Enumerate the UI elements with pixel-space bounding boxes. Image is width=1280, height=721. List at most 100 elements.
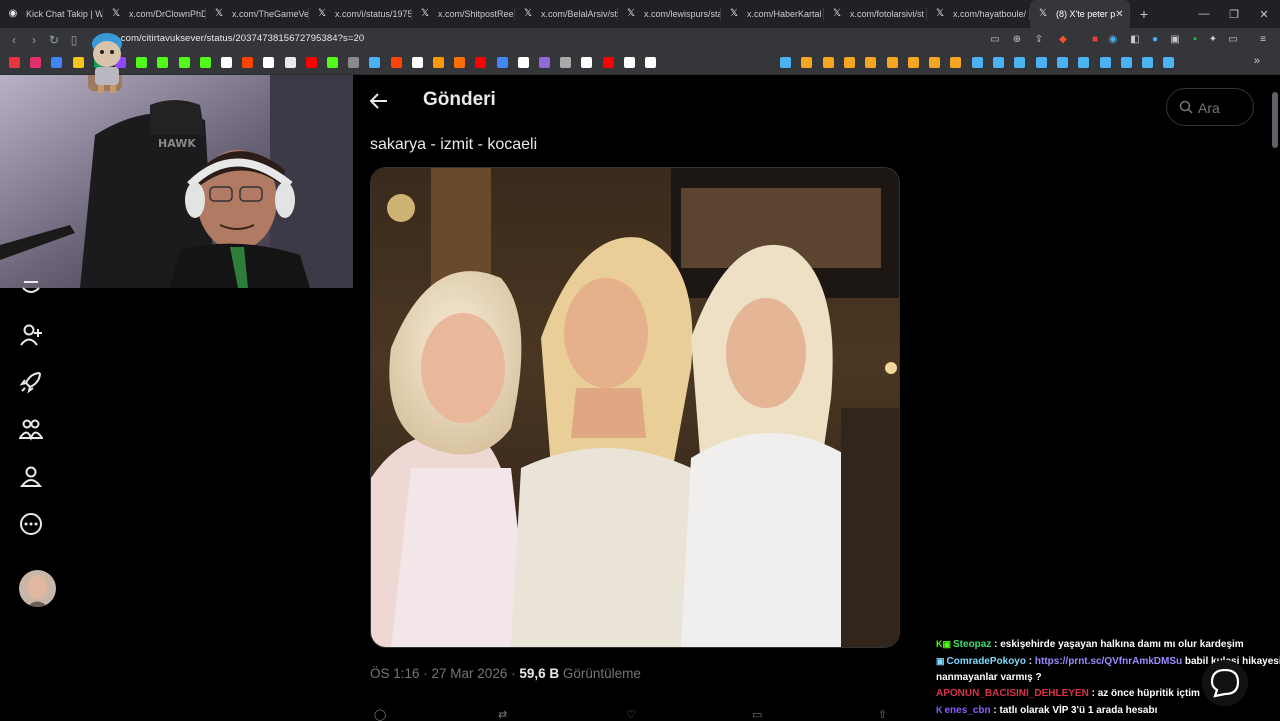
share-icon[interactable]: ⇪	[1032, 33, 1046, 47]
browser-tab[interactable]: 𝕏x.com/BelalArsiv/st	[515, 0, 618, 28]
bookmark-favicon[interactable]	[581, 57, 593, 68]
new-tab-button[interactable]: +	[1130, 6, 1158, 22]
bookmark-favicon[interactable]	[242, 57, 254, 68]
bookmark-favicon[interactable]	[517, 57, 529, 68]
bookmark-favicon[interactable]	[199, 57, 211, 68]
more-icon[interactable]	[19, 512, 43, 536]
bookmark-favicon[interactable]	[475, 57, 487, 68]
bookmark-favicon[interactable]	[801, 57, 813, 68]
bookmark-favicon[interactable]	[157, 57, 169, 68]
forward-icon[interactable]: ›	[26, 32, 42, 48]
bookmark-favicon[interactable]	[1163, 57, 1175, 68]
bookmark-favicon[interactable]	[1014, 57, 1026, 68]
bookmark-favicon[interactable]	[1142, 57, 1154, 68]
extension-icon[interactable]: ■	[1088, 33, 1102, 47]
reply-icon[interactable]: ◯	[374, 708, 386, 721]
bookmark-favicon[interactable]	[929, 57, 941, 68]
follow-icon[interactable]	[19, 323, 43, 347]
bookmark-favicon[interactable]	[843, 57, 855, 68]
browser-tab[interactable]: ◉ Kick Chat Takip | W	[0, 0, 103, 28]
minimize-button[interactable]: —	[1188, 0, 1220, 28]
page-scrollbar[interactable]	[1272, 92, 1278, 148]
tab-close-icon[interactable]: ✕	[1115, 9, 1123, 20]
close-window-button[interactable]: ✕	[1248, 0, 1280, 28]
bookmark-favicon[interactable]	[30, 57, 42, 68]
bookmark-favicon[interactable]	[971, 57, 983, 68]
bookmark-favicon[interactable]	[9, 57, 20, 68]
account-avatar[interactable]	[19, 570, 56, 607]
browser-tab[interactable]: 𝕏x.com/HaberKartal	[721, 0, 824, 28]
back-arrow-icon[interactable]	[368, 90, 390, 112]
rocket-icon[interactable]	[19, 370, 43, 394]
browser-tab[interactable]: 𝕏x.com/lewispurs/sta	[618, 0, 721, 28]
bookmark-favicon[interactable]	[1035, 57, 1047, 68]
extension-icon[interactable]: ◧	[1128, 33, 1142, 47]
browser-tab[interactable]: 𝕏x.com/hayatboule/	[927, 0, 1030, 28]
bookmark-favicon[interactable]	[221, 57, 232, 68]
bookmark-favicon[interactable]	[178, 57, 190, 68]
share-post-icon[interactable]: ⇧	[878, 708, 887, 721]
profile-icon[interactable]	[19, 464, 43, 488]
bookmarks-overflow-icon[interactable]: »	[1254, 55, 1260, 67]
bookmark-favicon[interactable]	[1099, 57, 1111, 68]
bookmark-favicon[interactable]	[886, 57, 898, 68]
bookmark-favicon[interactable]	[865, 57, 877, 68]
bookmark-post-icon[interactable]: ▭	[752, 708, 762, 721]
sidebar-toggle-icon[interactable]: ▭	[1226, 33, 1240, 47]
bookmark-favicon[interactable]	[1078, 57, 1090, 68]
bookmark-favicon[interactable]	[51, 57, 63, 68]
bookmark-favicon[interactable]	[284, 57, 296, 68]
back-icon[interactable]: ‹	[6, 32, 22, 48]
bookmark-favicon[interactable]	[327, 57, 338, 68]
bookmark-favicon[interactable]	[950, 57, 962, 68]
zoom-icon[interactable]: ⊕	[1010, 33, 1024, 47]
extension-icon[interactable]: ◉	[1106, 33, 1120, 47]
browser-tab[interactable]: 𝕏x.com/fotolarsivi/st	[824, 0, 927, 28]
cast-icon[interactable]: ▭	[988, 33, 1002, 47]
bookmark-favicon[interactable]	[72, 57, 84, 68]
extensions-puzzle-icon[interactable]: ✦	[1206, 33, 1220, 47]
extension-icon[interactable]: ▣	[1168, 33, 1182, 47]
notifications-icon[interactable]	[19, 280, 43, 298]
browser-tab[interactable]: 𝕏x.com/TheGameVer	[206, 0, 309, 28]
bookmark-favicon[interactable]	[1120, 57, 1132, 68]
browser-tab[interactable]: 𝕏x.com/DrClownPhD	[103, 0, 206, 28]
chat-link[interactable]: https://prnt.sc/QVfnrAmkDMSu	[1035, 656, 1182, 667]
grok-chat-icon[interactable]	[1202, 660, 1248, 706]
communities-icon[interactable]	[19, 417, 43, 441]
extension-icon[interactable]: ●	[1148, 33, 1162, 47]
browser-tab[interactable]: 𝕏x.com/i/status/1975	[309, 0, 412, 28]
menu-icon[interactable]: ≡	[1256, 33, 1270, 47]
bookmark-favicon[interactable]	[539, 57, 550, 68]
extension-icon[interactable]: ▪	[1188, 33, 1202, 47]
bookmark-favicon[interactable]	[433, 57, 444, 68]
browser-tab[interactable]: 𝕏x.com/ShitpostReel	[412, 0, 515, 28]
search-field[interactable]: Ara	[1166, 88, 1254, 126]
post-image[interactable]	[370, 167, 900, 648]
bookmark-favicon[interactable]	[348, 57, 360, 68]
maximize-button[interactable]: ❐	[1218, 0, 1250, 28]
bookmark-favicon[interactable]	[780, 57, 791, 68]
like-icon[interactable]: ♡	[626, 708, 636, 721]
brave-shield-icon[interactable]: ◆	[1056, 33, 1070, 47]
bookmark-favicon[interactable]	[993, 57, 1004, 68]
bookmark-favicon[interactable]	[136, 57, 148, 68]
repost-icon[interactable]: ⇄	[498, 708, 507, 721]
bookmark-favicon[interactable]	[305, 57, 317, 68]
bookmark-favicon[interactable]	[369, 57, 381, 68]
browser-tab-active[interactable]: 𝕏 (8) X'te peter p ✕	[1030, 0, 1130, 28]
bookmark-favicon[interactable]	[390, 57, 402, 68]
bookmark-favicon[interactable]	[560, 57, 572, 68]
address-bar-url[interactable]: .com/citirtavuksever/status/203747381567…	[118, 33, 364, 44]
bookmark-favicon[interactable]	[602, 57, 614, 68]
bookmark-favicon[interactable]	[1056, 57, 1068, 68]
bookmark-favicon[interactable]	[411, 57, 423, 68]
reload-icon[interactable]: ↻	[46, 32, 62, 48]
bookmark-favicon[interactable]	[623, 57, 635, 68]
bookmark-favicon[interactable]	[263, 57, 275, 68]
bookmark-icon[interactable]: ▯	[66, 32, 82, 48]
bookmark-favicon[interactable]	[822, 57, 834, 68]
bookmark-favicon[interactable]	[907, 57, 919, 68]
bookmark-favicon[interactable]	[645, 57, 656, 68]
bookmark-favicon[interactable]	[496, 57, 508, 68]
